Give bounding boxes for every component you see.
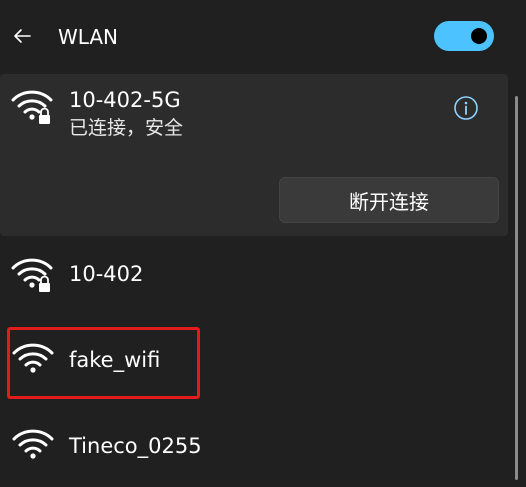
network-name: 10-402 xyxy=(69,262,144,286)
wifi-secured-icon xyxy=(11,90,53,124)
header: WLAN xyxy=(0,0,526,72)
page-title: WLAN xyxy=(58,25,119,49)
wifi-secured-icon xyxy=(11,258,53,292)
wlan-toggle[interactable] xyxy=(434,21,494,51)
highlight-annotation-box xyxy=(7,327,200,399)
back-button[interactable] xyxy=(8,22,36,50)
connected-network-card[interactable]: 10-402-5G 已连接，安全 断开连接 xyxy=(0,74,508,236)
wifi-icon xyxy=(12,429,54,459)
connected-network-name: 10-402-5G xyxy=(69,88,181,112)
wlan-panel: WLAN 10-402-5G 已连接，安全 断开连接 10-402 fake_w… xyxy=(0,0,526,487)
network-row-10-402[interactable]: 10-402 xyxy=(0,238,508,310)
scrollbar[interactable] xyxy=(515,96,518,480)
connected-network-status: 已连接，安全 xyxy=(69,117,184,139)
toggle-knob xyxy=(471,28,487,44)
arrow-left-icon xyxy=(14,29,31,43)
info-button[interactable] xyxy=(452,94,480,122)
disconnect-button[interactable]: 断开连接 xyxy=(279,177,499,223)
info-icon xyxy=(454,96,478,120)
network-name: Tineco_0255 xyxy=(69,434,202,458)
network-row-tineco-0255[interactable]: Tineco_0255 xyxy=(0,410,508,482)
